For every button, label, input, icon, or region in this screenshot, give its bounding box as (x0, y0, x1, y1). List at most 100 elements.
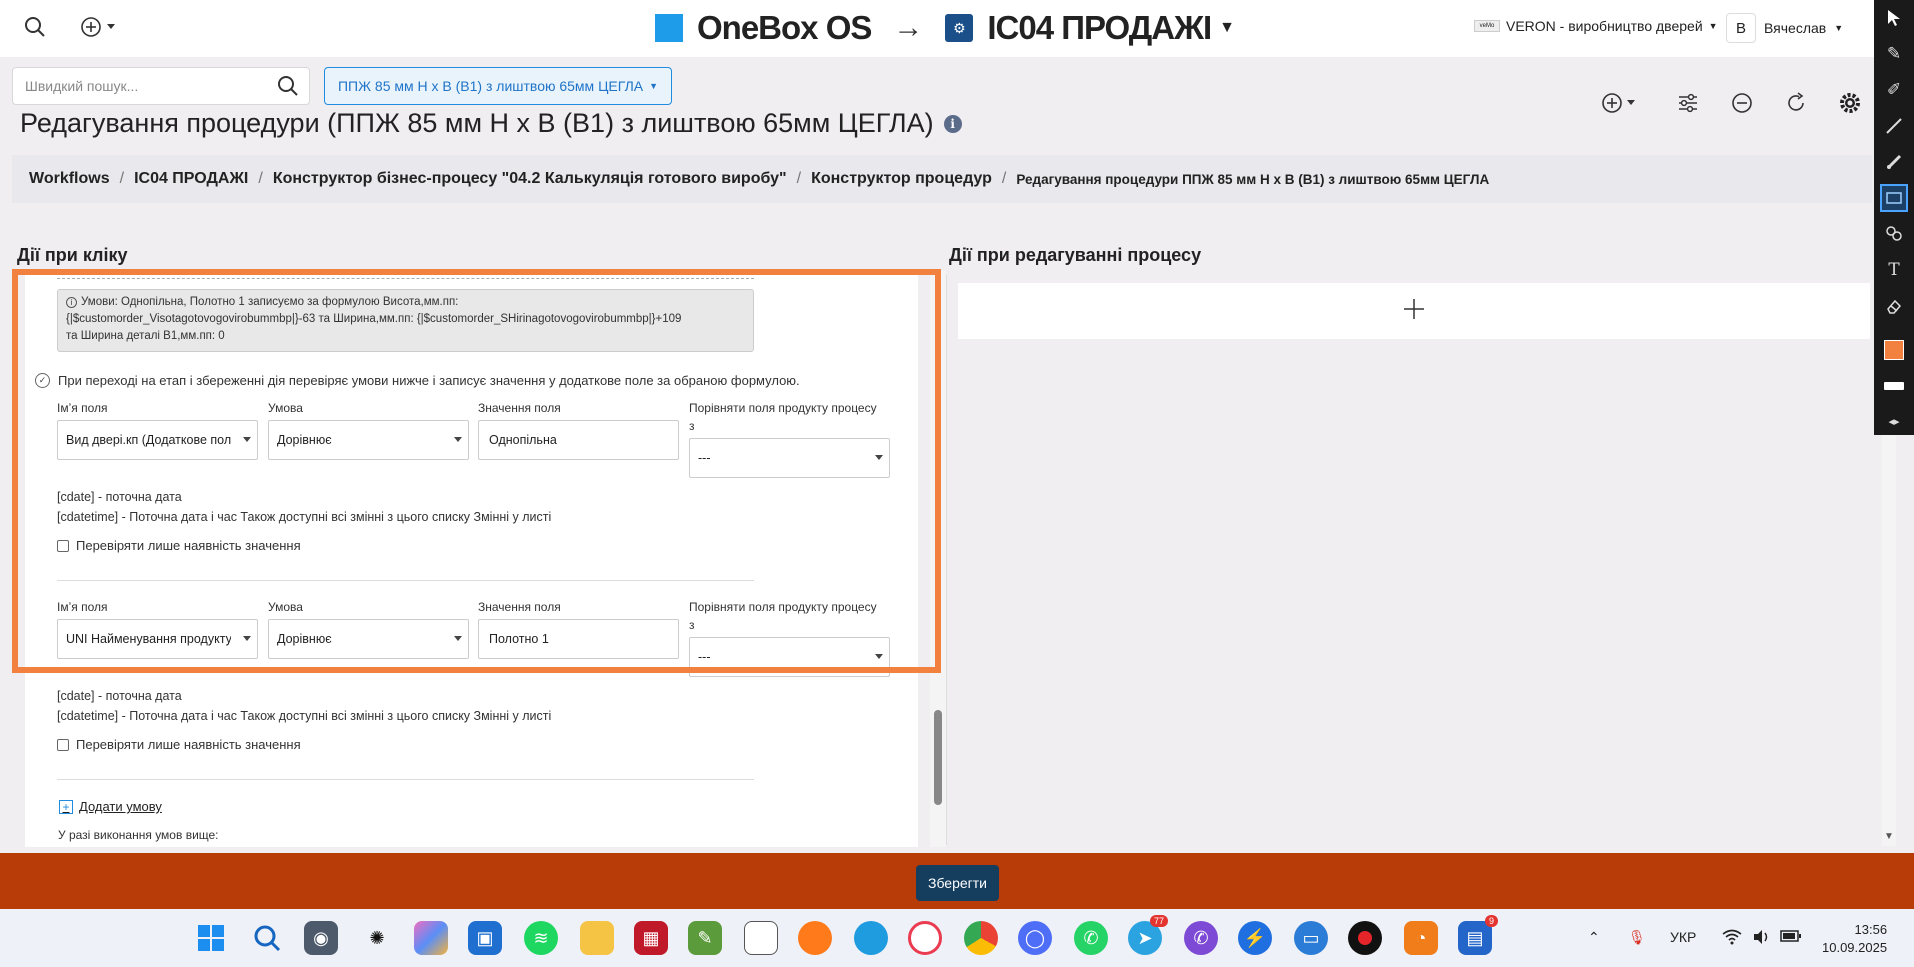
add-condition-link[interactable]: + Додати умову (59, 799, 162, 814)
telegram-icon[interactable]: ➤ 77 (1128, 915, 1168, 955)
copilot-icon[interactable] (414, 921, 448, 955)
chevron-up-icon[interactable]: ⌃ (1588, 929, 1600, 946)
opera-icon[interactable] (908, 921, 942, 955)
edge-icon[interactable] (854, 921, 888, 955)
field-value-input[interactable]: Полотно 1 (478, 619, 679, 659)
condition-select[interactable]: Дорівнює (268, 619, 469, 659)
breadcrumb-item-procedure-builder[interactable]: Конструктор процедур (811, 170, 992, 188)
process-select[interactable]: ППЖ 85 мм Н х В (В1) з лиштвою 65мм ЦЕГЛ… (324, 67, 672, 105)
page-title-text: Редагування процедури (ППЖ 85 мм Н х В (… (20, 108, 934, 138)
marker-icon[interactable]: ✐ (1880, 76, 1908, 104)
battery-icon[interactable] (1780, 929, 1802, 946)
collapse-icon[interactable] (1730, 88, 1754, 118)
left-panel-scrollbar[interactable] (930, 270, 946, 847)
volume-icon[interactable] (1752, 929, 1772, 948)
app-bolt-icon[interactable]: ⚡ (1238, 921, 1272, 955)
field-name-select[interactable]: UNI Найменування продукту (57, 619, 258, 659)
folder-icon[interactable] (580, 921, 614, 955)
firefox-icon[interactable] (798, 921, 832, 955)
stroke-width-icon[interactable] (1880, 372, 1908, 400)
field-name-value: Вид двері.кп (Додаткове поле (66, 433, 231, 447)
wifi-icon[interactable] (1722, 929, 1742, 948)
edit-actions-panel (958, 283, 1870, 339)
user-name: Вячеслав (1764, 20, 1827, 36)
left-column-title: Дії при кліку (17, 245, 128, 265)
scrollbar-thumb[interactable] (934, 710, 942, 805)
eraser-icon[interactable] (1880, 292, 1908, 320)
pen-icon[interactable]: ✎ (1880, 40, 1908, 68)
search-icon[interactable] (20, 12, 50, 42)
rectangle-icon[interactable] (1880, 184, 1908, 212)
scroll-down-icon[interactable]: ▼ (1884, 831, 1894, 842)
speedtest-icon[interactable]: ◔ (1404, 921, 1438, 955)
check-presence-checkbox[interactable] (57, 539, 69, 552)
viber-icon[interactable]: ✆ (1184, 921, 1218, 955)
app-red-icon[interactable]: ▦ (634, 921, 668, 955)
chevron-down-icon: ▼ (649, 81, 659, 91)
chevron-down-icon (875, 455, 883, 460)
line-icon[interactable] (1880, 112, 1908, 140)
resize-arrows-icon[interactable]: ◂▸ (1880, 412, 1908, 430)
compare-value: --- (698, 451, 711, 465)
field-value-label: Значення поля (478, 600, 561, 614)
breadcrumb-item-workflows[interactable]: Workflows (29, 170, 110, 188)
windows-start-icon[interactable] (194, 921, 228, 955)
record-icon[interactable] (1348, 921, 1382, 955)
stamp-icon[interactable] (1880, 220, 1908, 248)
filters-icon[interactable] (1676, 88, 1700, 118)
add-menu-button[interactable] (1600, 88, 1640, 118)
breadcrumb: Workflows / ІС04 ПРОДАЖІ / Конструктор б… (12, 155, 1872, 203)
add-action-button[interactable] (1401, 296, 1427, 327)
field-name-select[interactable]: Вид двері.кп (Додаткове поле (57, 420, 258, 460)
condition-label: Умова (268, 600, 303, 614)
company-switcher[interactable]: veMo VERON - виробництво дверей ▼ (1474, 18, 1718, 34)
chrome-icon[interactable] (964, 921, 998, 955)
field-value-input[interactable]: Однопільна (478, 420, 679, 460)
chatgpt-icon[interactable]: ✺ (360, 921, 394, 955)
search-input[interactable] (13, 68, 253, 104)
gear-icon[interactable] (1838, 88, 1862, 118)
compare-select[interactable]: --- (689, 637, 890, 677)
brush-icon[interactable] (1880, 148, 1908, 176)
clock-time: 13:56 (1854, 922, 1888, 937)
condition-select[interactable]: Дорівнює (268, 420, 469, 460)
notepad-icon[interactable] (744, 921, 778, 955)
chevron-down-icon: ▼ (1708, 21, 1718, 31)
check-presence-option: Перевіряти лише наявність значення (57, 737, 301, 752)
check-presence-checkbox[interactable] (57, 738, 69, 751)
color-swatch[interactable] (1880, 336, 1908, 364)
page-scrollbar[interactable]: ▼ (1882, 430, 1896, 846)
whatsapp-icon[interactable]: ✆ (1074, 921, 1108, 955)
microphone-icon[interactable]: 🎙 (1628, 929, 1646, 946)
compare-label: Порівняти поля продукту процесу з (689, 399, 889, 435)
help-cdate: [cdate] - поточна дата (57, 490, 182, 504)
store-icon[interactable]: ▣ (468, 921, 502, 955)
annotation-toolbar: ✎ ✐ T ◂▸ (1874, 0, 1914, 435)
compare-select[interactable]: --- (689, 438, 890, 478)
text-tool-icon[interactable]: T (1880, 256, 1908, 284)
app-save-icon[interactable]: ▭ (1294, 921, 1328, 955)
spotify-icon[interactable]: ≋ (524, 921, 558, 955)
paint-icon[interactable]: ✎ (688, 921, 722, 955)
refresh-icon[interactable] (1784, 88, 1808, 118)
plus-icon (1404, 298, 1424, 319)
onebox-logo-icon (655, 14, 683, 42)
breadcrumb-item-process-builder[interactable]: Конструктор бізнес-процесу "04.2 Калькул… (273, 170, 787, 188)
save-button[interactable]: Зберегти (916, 865, 999, 901)
info-icon[interactable]: i (943, 114, 962, 133)
cursor-icon[interactable] (1880, 4, 1908, 32)
clock[interactable]: 13:56 10.09.2025 (1822, 921, 1887, 957)
signal-icon[interactable]: ◯ (1018, 921, 1052, 955)
camera-icon[interactable]: ◉ (304, 921, 338, 955)
check-presence-label: Перевіряти лише наявність значення (76, 737, 301, 752)
divider (57, 580, 754, 581)
language-indicator[interactable]: УКР (1670, 929, 1696, 945)
user-menu[interactable]: В Вячеслав ▼ (1726, 12, 1843, 44)
brand-name: OneBox OS (697, 9, 872, 46)
add-menu-button[interactable] (78, 12, 122, 42)
brand-switcher[interactable]: OneBox OS → ⚙ ІС04 ПРОДАЖІ ▼ (655, 8, 1235, 48)
taskbar-search-icon[interactable] (250, 921, 284, 955)
search-icon[interactable] (277, 75, 299, 97)
breadcrumb-item-project[interactable]: ІС04 ПРОДАЖІ (134, 170, 248, 188)
app-blue-icon[interactable]: ▤ 9 (1458, 915, 1498, 955)
